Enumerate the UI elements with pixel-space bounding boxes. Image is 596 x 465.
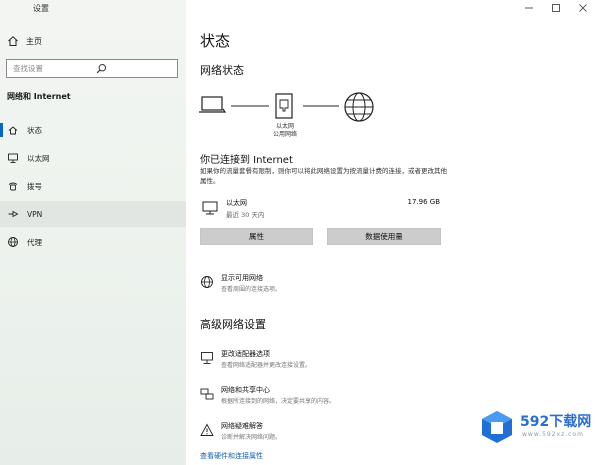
data-usage-button[interactable]: 数据使用量: [327, 228, 441, 245]
sidebar-item-proxy[interactable]: 代理: [0, 229, 186, 255]
adapter-label-network: 公用网络: [272, 131, 297, 138]
adapter-options-icon: [200, 351, 214, 365]
adapter-options-link[interactable]: 更改适配器选项 查看网络适配器并更改连接设置。: [200, 349, 460, 373]
properties-button[interactable]: 属性: [200, 228, 313, 245]
minimize-button[interactable]: [516, 0, 542, 16]
troubleshooter-title: 网络疑难解答: [221, 422, 263, 430]
sharing-center-icon: [200, 387, 214, 401]
network-status-title: 网络状态: [200, 64, 244, 77]
sidebar-home[interactable]: 主页: [0, 32, 186, 50]
sidebar: 设置 主页 查找设置 网络和 Internet 状态 以太网 拨号 VPN 代理: [0, 0, 186, 465]
show-networks-title: 显示可用网络: [221, 274, 263, 282]
close-icon: [579, 4, 587, 12]
home-signal-icon: [7, 124, 19, 136]
warning-icon: [200, 423, 214, 437]
maximize-button[interactable]: [543, 0, 569, 16]
laptop-icon: [199, 96, 227, 113]
sidebar-item-ethernet[interactable]: 以太网: [0, 145, 186, 171]
hardware-properties-link[interactable]: 查看硬件和连接属性: [200, 451, 263, 461]
connected-title: 你已连接到 Internet: [200, 155, 293, 166]
sidebar-item-label: 代理: [27, 237, 42, 247]
sidebar-item-label: VPN: [27, 209, 43, 219]
adapter-options-desc: 查看网络适配器并更改连接设置。: [221, 362, 312, 369]
troubleshooter-link[interactable]: 网络疑难解答 诊断并解决网络问题。: [200, 421, 460, 445]
network-diagram: 以太网 公用网络: [199, 90, 389, 142]
page-title: 状态: [200, 32, 231, 50]
show-networks-icon: [200, 275, 214, 289]
show-available-networks[interactable]: 显示可用网络 查看周围的连接选项。: [200, 273, 460, 297]
maximize-icon: [552, 4, 560, 12]
connection-usage: 17.96 GB: [407, 198, 441, 206]
home-icon: [7, 35, 19, 47]
sidebar-item-label: 拨号: [27, 181, 42, 191]
sharing-center-link[interactable]: 网络和共享中心 根据所连接到的网络，决定要共享的内容。: [200, 385, 460, 409]
show-networks-desc: 查看周围的连接选项。: [221, 286, 282, 293]
watermark: 592下载网 www.592xz.com: [477, 406, 593, 446]
watermark-url: www.592xz.com: [522, 431, 584, 438]
sidebar-item-dialup[interactable]: 拨号: [0, 173, 186, 199]
sidebar-home-label: 主页: [26, 36, 42, 46]
connection-row: 以太网 最近 30 天内 17.96 GB: [200, 198, 442, 220]
sidebar-section-title: 网络和 Internet: [7, 92, 71, 101]
sidebar-item-status[interactable]: 状态: [0, 117, 186, 143]
vpn-icon: [7, 208, 19, 220]
dialup-icon: [7, 180, 19, 192]
close-button[interactable]: [570, 0, 596, 16]
ethernet-icon: [7, 152, 19, 164]
ethernet-icon: [202, 201, 218, 215]
sharing-center-desc: 根据所连接到的网络，决定要共享的内容。: [221, 398, 336, 405]
search-icon[interactable]: [96, 63, 173, 74]
brand-logo-icon: [479, 409, 515, 445]
sharing-center-title: 网络和共享中心: [221, 386, 270, 394]
advanced-settings-title: 高级网络设置: [200, 318, 266, 331]
watermark-brand: 592下载网: [520, 414, 592, 430]
connection-period: 最近 30 天内: [226, 211, 265, 219]
adapter-label-type: 以太网: [275, 123, 294, 130]
internet-globe-icon: [344, 92, 374, 122]
search-placeholder: 查找设置: [13, 64, 43, 73]
window-title: 设置: [33, 4, 49, 13]
minimize-icon: [525, 7, 533, 9]
globe-icon: [7, 236, 19, 248]
connection-name: 以太网: [226, 199, 247, 207]
adapter-options-title: 更改适配器选项: [221, 350, 270, 358]
troubleshooter-desc: 诊断并解决网络问题。: [221, 434, 282, 441]
search-input[interactable]: 查找设置: [6, 59, 178, 78]
connected-description: 如果你的流量套餐有限制，则你可以将此网络设置为按流量计费的连接，或者更改其他属性…: [200, 167, 447, 185]
sidebar-item-label: 状态: [27, 125, 42, 135]
ethernet-adapter-icon: [275, 93, 293, 119]
sidebar-item-label: 以太网: [27, 153, 50, 163]
sidebar-item-vpn[interactable]: VPN: [0, 201, 186, 227]
